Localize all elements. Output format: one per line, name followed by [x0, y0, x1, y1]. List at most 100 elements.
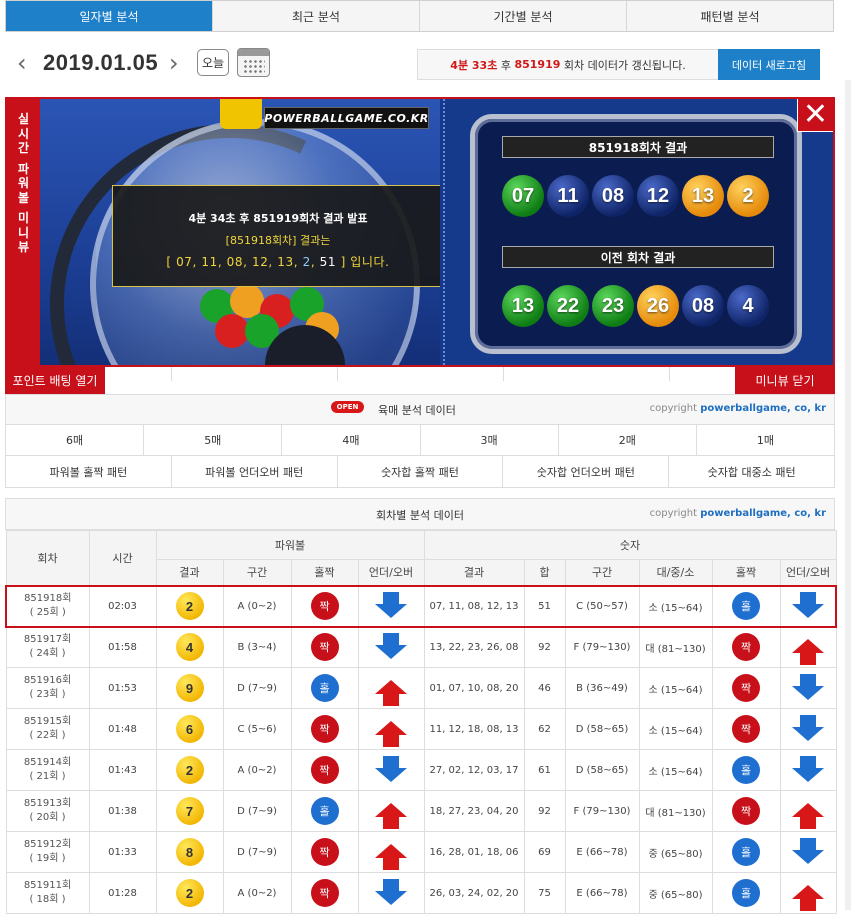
time-cell: 01:43 — [88, 749, 157, 791]
table-row: 851918회 ( 25회 ) 02:03 2 A (0~2) 짝 07, 11, 08, … — [5, 584, 838, 628]
pattern-sum-oddeven[interactable]: 숫자합 홀짝 패턴 — [338, 456, 504, 487]
side-label-char: 워 — [17, 176, 30, 190]
buy-count-5[interactable]: 5매 — [144, 425, 283, 455]
table-row: 851915회 ( 22회 ) 01:48 6 C (5~6) 짝 11, 12, 18, … — [5, 708, 837, 750]
announce-line-1: 4분 34초 후 851919회차 결과 발표 — [188, 212, 368, 225]
side-label-char: 실 — [17, 112, 30, 126]
previous-result-title: 이전 회차 결과 — [502, 246, 774, 268]
pb-result-cell: 2 — [155, 749, 224, 791]
side-label-char: 니 — [17, 225, 30, 240]
sum-oddeven-cell: 홀 — [711, 749, 781, 791]
round-analysis-section: 회차별 분석 데이터 copyright powerballgame, co, … — [5, 498, 838, 914]
buy-analysis-title: 육매 분석 데이터 — [378, 404, 456, 417]
pb-oddeven-cell: 홀 — [290, 790, 359, 832]
powerball-ball: 7 — [175, 797, 204, 825]
round-cell: 851915회 ( 22회 ) — [5, 708, 90, 750]
result-ball: 23 — [592, 285, 634, 327]
sum-oddeven-cell: 짝 — [711, 790, 781, 832]
round-cell: 851911회 ( 18회 ) — [5, 872, 90, 914]
time-cell: 01:58 — [88, 626, 157, 668]
next-date-icon[interactable]: › — [169, 51, 179, 75]
pattern-sum-underover[interactable]: 숫자합 언더오버 패턴 — [503, 456, 670, 487]
pattern-pb-underover[interactable]: 파워볼 언더오버 패턴 — [172, 456, 338, 487]
round-sub: ( 24회 ) — [29, 648, 66, 660]
powerball-ball: 2 — [175, 592, 204, 620]
oddeven-badge: 짝 — [310, 592, 339, 620]
tab-daily[interactable]: 일자별 분석 — [6, 1, 213, 31]
header-powerball: 파워볼 — [155, 530, 425, 560]
tab-period[interactable]: 기간별 분석 — [420, 1, 627, 31]
close-icon[interactable]: ✕ — [797, 99, 833, 132]
size-cell: 소 (15~64) — [638, 584, 713, 628]
open-badge: OPEN — [331, 401, 364, 413]
pb-oddeven-cell: 짝 — [290, 584, 359, 628]
analysis-tabs: 일자별 분석 최근 분석 기간별 분석 패턴별 분석 — [5, 0, 834, 32]
numbers-cell: 01, 07, 10, 08, 20 — [423, 667, 525, 709]
announce-line-3: [ 07, 11, 08, 12, 13, 2, 51 ] 입니다. — [113, 253, 440, 270]
pattern-pb-oddeven[interactable]: 파워볼 홀짝 패턴 — [6, 456, 172, 487]
over-arrow-icon — [375, 803, 407, 829]
over-arrow-icon — [375, 721, 407, 747]
pb-oddeven-cell: 짝 — [290, 872, 359, 914]
buy-count-6[interactable]: 6매 — [6, 425, 145, 455]
oddeven-badge: 홀 — [732, 592, 760, 620]
sum-range-cell: F (79~130) — [564, 790, 640, 832]
tab-pattern[interactable]: 패턴별 분석 — [627, 1, 833, 31]
size-cell: 중 (65~80) — [638, 872, 713, 914]
pattern-sum-size[interactable]: 숫자합 대중소 패턴 — [669, 456, 834, 487]
result-ball: 13 — [682, 175, 724, 217]
sum-range-cell: C (50~57) — [564, 584, 640, 628]
pb-range-cell: D (7~9) — [222, 790, 292, 832]
subheader: 홀짝 — [711, 559, 781, 586]
sum-underover-cell — [779, 872, 837, 914]
round-number: 851917회 — [23, 634, 72, 646]
date-row: ‹ 2019.01.05 › 오늘 4분 33초 후 851919 회차 데이터… — [5, 40, 835, 86]
sum-oddeven-cell: 짝 — [711, 667, 781, 709]
tab-recent[interactable]: 최근 분석 — [213, 1, 420, 31]
sum-range-cell: D (58~65) — [564, 708, 640, 750]
side-label-char: 간 — [17, 141, 30, 155]
announce-numbers: [ 07, 11, 08, 12, 13, — [166, 255, 303, 269]
under-arrow-icon — [375, 633, 407, 660]
oddeven-badge: 짝 — [310, 633, 339, 662]
prev-date-icon[interactable]: ‹ — [17, 51, 27, 75]
subheader: 구간 — [564, 559, 640, 586]
side-label-char: 볼 — [17, 190, 30, 205]
round-number: 851916회 — [23, 675, 72, 686]
numbers-cell: 13, 22, 23, 26, 08 — [423, 626, 525, 668]
pb-oddeven-cell: 짝 — [290, 831, 359, 873]
sum-range-cell: B (36~49) — [564, 667, 640, 709]
sum-underover-cell — [779, 584, 838, 628]
sum-range-cell: E (66~78) — [564, 831, 640, 873]
oddeven-badge: 홀 — [732, 879, 760, 907]
time-cell: 01:53 — [88, 667, 157, 709]
subheader: 대/중/소 — [638, 559, 713, 586]
buy-count-3[interactable]: 3매 — [421, 425, 559, 455]
buy-count-4[interactable]: 4매 — [282, 425, 421, 455]
announce-suffix: ] 입니다. — [336, 255, 390, 269]
size-cell: 중 (65~80) — [638, 831, 713, 873]
numbers-cell: 16, 28, 01, 18, 06 — [423, 831, 525, 873]
refresh-data-button[interactable]: 데이터 새로고침 — [718, 49, 820, 80]
round-number: 851914회 — [23, 757, 72, 768]
powerball-ball: 8 — [175, 838, 204, 866]
sum-cell: 61 — [523, 749, 566, 791]
point-betting-button[interactable]: 포인트 배팅 열기 — [5, 367, 105, 394]
sum-underover-cell — [779, 749, 837, 791]
pb-range-cell: B (3~4) — [222, 626, 292, 668]
buy-count-1[interactable]: 1매 — [697, 425, 834, 455]
sum-underover-cell — [779, 831, 837, 873]
subheader: 언더/오버 — [357, 559, 425, 586]
pb-underover-cell — [357, 708, 425, 750]
under-arrow-icon — [375, 592, 407, 618]
sum-oddeven-cell: 홀 — [711, 584, 781, 628]
buy-count-2[interactable]: 2매 — [559, 425, 697, 455]
today-button[interactable]: 오늘 — [197, 49, 229, 76]
sum-cell: 51 — [523, 584, 566, 628]
calendar-icon[interactable] — [237, 48, 270, 77]
close-miniview-button[interactable]: 미니뷰 닫기 — [735, 367, 835, 394]
oddeven-badge: 짝 — [732, 797, 760, 825]
powerball-ball: 6 — [175, 715, 204, 743]
numbers-cell: 18, 27, 23, 04, 20 — [423, 790, 525, 832]
numbers-cell: 26, 03, 24, 02, 20 — [423, 872, 525, 914]
